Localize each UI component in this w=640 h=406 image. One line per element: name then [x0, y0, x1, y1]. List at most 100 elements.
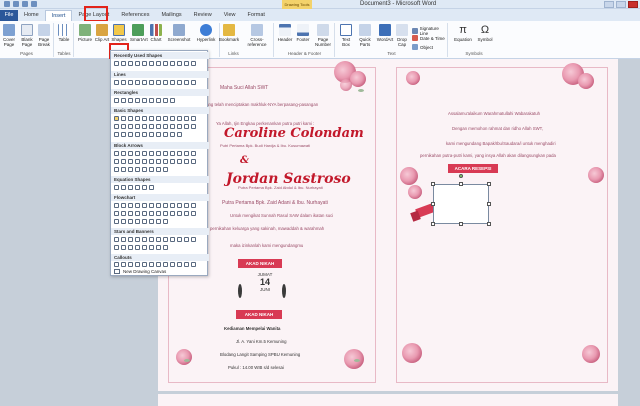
shape-item[interactable]	[128, 245, 133, 250]
shape-item[interactable]	[135, 98, 140, 103]
shape-item[interactable]	[114, 98, 119, 103]
resize-handle[interactable]	[487, 222, 491, 226]
shape-item[interactable]	[121, 124, 126, 129]
shape-item[interactable]	[163, 124, 168, 129]
object-button[interactable]: Object	[412, 44, 433, 50]
next-page[interactable]	[158, 394, 618, 406]
shape-item[interactable]	[163, 167, 168, 172]
shape-item[interactable]	[142, 132, 147, 137]
shape-item[interactable]	[177, 151, 182, 156]
resize-handle[interactable]	[431, 202, 435, 206]
shape-item[interactable]	[142, 203, 147, 208]
cross-reference-button[interactable]: Cross-reference	[242, 24, 272, 47]
shape-item[interactable]	[149, 80, 154, 85]
shape-item[interactable]	[177, 211, 182, 216]
shape-item[interactable]	[142, 185, 147, 190]
tab-mailings[interactable]: Mailings	[155, 10, 187, 21]
shape-item[interactable]	[128, 124, 133, 129]
tab-home[interactable]: Home	[18, 10, 45, 21]
shape-item[interactable]	[156, 151, 161, 156]
page-break-button[interactable]: Page Break	[36, 24, 52, 47]
shape-item[interactable]	[135, 219, 140, 224]
shape-item[interactable]	[121, 167, 126, 172]
shape-item[interactable]	[191, 203, 196, 208]
shape-item[interactable]	[142, 237, 147, 242]
shape-item[interactable]	[177, 237, 182, 242]
shape-item[interactable]	[128, 167, 133, 172]
shape-item[interactable]	[114, 185, 119, 190]
shape-item[interactable]	[121, 245, 126, 250]
shape-item[interactable]	[142, 262, 147, 267]
minimize-button[interactable]	[604, 1, 614, 8]
hyperlink-button[interactable]: Hyperlink	[196, 24, 216, 42]
shape-item[interactable]	[142, 159, 147, 164]
shape-item[interactable]	[142, 167, 147, 172]
date-time-button[interactable]: Date & Time	[412, 35, 445, 41]
shape-item[interactable]	[135, 262, 140, 267]
shape-item[interactable]	[121, 151, 126, 156]
shape-item[interactable]	[128, 211, 133, 216]
shape-item[interactable]	[149, 219, 154, 224]
shape-item[interactable]	[184, 262, 189, 267]
shape-item[interactable]	[156, 124, 161, 129]
bookmark-button[interactable]: Bookmark	[218, 24, 240, 42]
shape-item[interactable]	[163, 203, 168, 208]
shape-item[interactable]	[114, 159, 119, 164]
shape-item[interactable]	[163, 237, 168, 242]
shape-item[interactable]	[149, 211, 154, 216]
shape-item[interactable]	[184, 61, 189, 66]
quick-parts-button[interactable]: Quick Parts	[356, 24, 374, 47]
shape-item[interactable]	[121, 116, 126, 121]
shape-item[interactable]	[149, 98, 154, 103]
shape-item[interactable]	[191, 61, 196, 66]
shape-item[interactable]	[177, 116, 182, 121]
shape-item[interactable]	[142, 116, 147, 121]
shape-item[interactable]	[177, 132, 182, 137]
shape-item[interactable]	[184, 159, 189, 164]
shape-item[interactable]	[163, 245, 168, 250]
shape-item[interactable]	[128, 132, 133, 137]
shape-item[interactable]	[128, 185, 133, 190]
shape-item[interactable]	[191, 116, 196, 121]
shape-item[interactable]	[128, 203, 133, 208]
shape-item[interactable]	[114, 116, 119, 121]
shape-item[interactable]	[121, 61, 126, 66]
shape-item[interactable]	[142, 124, 147, 129]
shape-item[interactable]	[191, 151, 196, 156]
shape-item[interactable]	[177, 61, 182, 66]
close-button[interactable]	[628, 1, 638, 8]
tab-review[interactable]: Review	[188, 10, 218, 21]
drop-cap-button[interactable]: Drop Cap	[394, 24, 410, 47]
shape-item[interactable]	[156, 80, 161, 85]
tab-insert[interactable]: Insert	[44, 10, 73, 21]
shape-item[interactable]	[121, 98, 126, 103]
shape-item[interactable]	[170, 159, 175, 164]
maximize-button[interactable]	[616, 1, 626, 8]
document-page[interactable]: Maha Suci Allah SWT yang telah menciptak…	[158, 59, 618, 391]
shape-item[interactable]	[114, 132, 119, 137]
tab-view[interactable]: View	[218, 10, 242, 21]
shape-item[interactable]	[163, 151, 168, 156]
shapes-button[interactable]: Shapes	[111, 24, 127, 42]
shape-item[interactable]	[128, 159, 133, 164]
shape-item[interactable]	[142, 151, 147, 156]
shape-item[interactable]	[128, 237, 133, 242]
tab-file[interactable]: File	[0, 10, 18, 21]
shape-item[interactable]	[156, 98, 161, 103]
shape-item[interactable]	[149, 132, 154, 137]
shape-item[interactable]	[121, 237, 126, 242]
shape-item[interactable]	[114, 80, 119, 85]
shape-item[interactable]	[135, 116, 140, 121]
shape-item[interactable]	[156, 116, 161, 121]
shape-item[interactable]	[163, 262, 168, 267]
selected-shape[interactable]	[431, 174, 491, 226]
shape-item[interactable]	[114, 262, 119, 267]
shape-item[interactable]	[114, 237, 119, 242]
chart-button[interactable]: Chart	[148, 24, 164, 42]
shape-item[interactable]	[149, 116, 154, 121]
shape-item[interactable]	[177, 262, 182, 267]
shape-item[interactable]	[135, 167, 140, 172]
shape-item[interactable]	[142, 98, 147, 103]
shape-item[interactable]	[170, 61, 175, 66]
table-button[interactable]: Table	[56, 24, 72, 42]
